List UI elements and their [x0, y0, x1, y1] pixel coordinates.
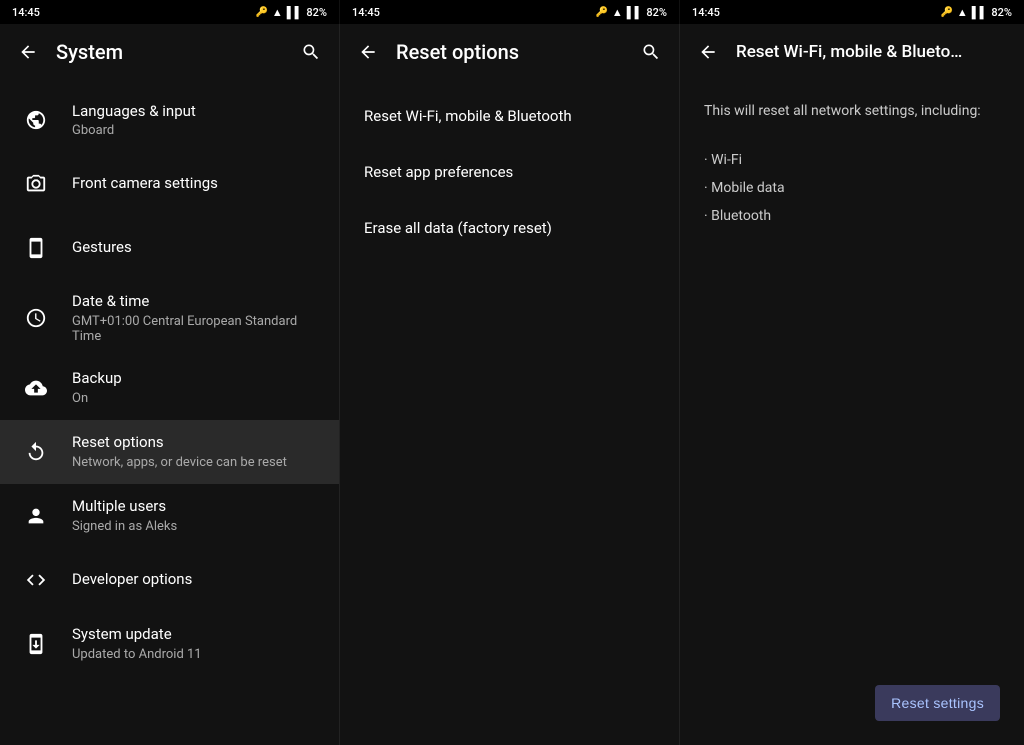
languages-label: Languages & input — [72, 102, 323, 122]
panel2-content: Reset Wi-Fi, mobile & Bluetooth Reset ap… — [340, 80, 679, 745]
globe-icon — [16, 100, 56, 140]
battery-panel3: 82% — [991, 6, 1012, 19]
battery-panel2: 82% — [646, 6, 667, 19]
backup-text: Backup On — [72, 369, 323, 406]
erase-data-label: Erase all data (factory reset) — [364, 219, 552, 237]
list-item-mobile: · Mobile data — [704, 174, 1000, 202]
panel1-header: System — [0, 24, 339, 80]
multiple-users-label: Multiple users — [72, 497, 323, 517]
status-bar-panel1: 14:45 🔑 ▲ ▌▌ 82% — [0, 0, 340, 24]
status-bar-panel2: 14:45 🔑 ▲ ▌▌ 82% — [340, 0, 680, 24]
reset-wifi-label: Reset Wi-Fi, mobile & Bluetooth — [364, 107, 572, 125]
multiple-users-text: Multiple users Signed in as Aleks — [72, 497, 323, 534]
panel1-content: Languages & input Gboard Front camera se… — [0, 80, 339, 745]
system-update-label: System update — [72, 625, 323, 645]
gestures-icon — [16, 228, 56, 268]
battery-panel1: 82% — [306, 6, 327, 19]
panels: System Languages & input Gboard — [0, 24, 1024, 745]
key-icon: 🔑 — [255, 7, 267, 18]
backup-label: Backup — [72, 369, 323, 389]
reset-options-label: Reset options — [72, 433, 323, 453]
panel-reset-wifi-detail: Reset Wi-Fi, mobile & Blueto… This will … — [680, 24, 1024, 745]
gestures-label: Gestures — [72, 238, 323, 258]
front-camera-text: Front camera settings — [72, 174, 323, 194]
developer-options-text: Developer options — [72, 570, 323, 590]
panel3-description: This will reset all network settings, in… — [704, 100, 1000, 122]
gestures-text: Gestures — [72, 238, 323, 258]
panel3-header: Reset Wi-Fi, mobile & Blueto… — [680, 24, 1024, 80]
reset-settings-button[interactable]: Reset settings — [875, 685, 1000, 721]
erase-data-item[interactable]: Erase all data (factory reset) — [340, 200, 679, 256]
panel3-list: · Wi-Fi · Mobile data · Bluetooth — [704, 146, 1000, 230]
date-time-label: Date & time — [72, 292, 323, 312]
sidebar-item-system-update[interactable]: System update Updated to Android 11 — [0, 612, 339, 676]
panel2-title: Reset options — [388, 40, 631, 64]
system-update-sublabel: Updated to Android 11 — [72, 647, 323, 662]
code-icon — [16, 560, 56, 600]
sidebar-item-multiple-users[interactable]: Multiple users Signed in as Aleks — [0, 484, 339, 548]
wifi-icon: ▲ — [272, 6, 283, 19]
search-button-panel2[interactable] — [631, 32, 671, 72]
panel-system: System Languages & input Gboard — [0, 24, 340, 745]
panel3-content: This will reset all network settings, in… — [680, 80, 1024, 250]
panel-reset-options: Reset options Reset Wi-Fi, mobile & Blue… — [340, 24, 680, 745]
system-update-text: System update Updated to Android 11 — [72, 625, 323, 662]
languages-text: Languages & input Gboard — [72, 102, 323, 139]
signal-icon: ▌▌ — [287, 6, 303, 19]
wifi-icon3: ▲ — [957, 6, 968, 19]
time-panel1: 14:45 — [12, 6, 40, 19]
reset-options-sublabel: Network, apps, or device can be reset — [72, 455, 323, 470]
backup-icon — [16, 368, 56, 408]
sidebar-item-gestures[interactable]: Gestures — [0, 216, 339, 280]
list-item-bluetooth: · Bluetooth — [704, 202, 1000, 230]
signal-icon2: ▌▌ — [627, 6, 643, 19]
reset-icon — [16, 432, 56, 472]
sidebar-item-backup[interactable]: Backup On — [0, 356, 339, 420]
reset-app-item[interactable]: Reset app preferences — [340, 144, 679, 200]
wifi-icon2: ▲ — [612, 6, 623, 19]
sidebar-item-developer-options[interactable]: Developer options — [0, 548, 339, 612]
system-update-icon — [16, 624, 56, 664]
clock-icon — [16, 298, 56, 338]
reset-options-text: Reset options Network, apps, or device c… — [72, 433, 323, 470]
date-time-sublabel: GMT+01:00 Central European Standard Time — [72, 314, 323, 344]
list-item-wifi: · Wi-Fi — [704, 146, 1000, 174]
back-button-panel2[interactable] — [348, 32, 388, 72]
time-panel2: 14:45 — [352, 6, 380, 19]
languages-sublabel: Gboard — [72, 123, 323, 138]
sidebar-item-front-camera[interactable]: Front camera settings — [0, 152, 339, 216]
panel1-title: System — [48, 40, 291, 64]
date-time-text: Date & time GMT+01:00 Central European S… — [72, 292, 323, 344]
key-icon3: 🔑 — [940, 7, 952, 18]
status-bars: 14:45 🔑 ▲ ▌▌ 82% 14:45 🔑 ▲ ▌▌ 82% 14:45 … — [0, 0, 1024, 24]
sidebar-item-languages[interactable]: Languages & input Gboard — [0, 88, 339, 152]
search-button-panel1[interactable] — [291, 32, 331, 72]
sidebar-item-reset-options[interactable]: Reset options Network, apps, or device c… — [0, 420, 339, 484]
reset-wifi-item[interactable]: Reset Wi-Fi, mobile & Bluetooth — [340, 88, 679, 144]
signal-icon3: ▌▌ — [972, 6, 988, 19]
status-bar-panel3: 14:45 🔑 ▲ ▌▌ 82% — [680, 0, 1024, 24]
key-icon2: 🔑 — [595, 7, 607, 18]
back-button-panel3[interactable] — [688, 32, 728, 72]
back-button-panel1[interactable] — [8, 32, 48, 72]
status-right-panel2: 🔑 ▲ ▌▌ 82% — [595, 6, 667, 19]
front-camera-label: Front camera settings — [72, 174, 323, 194]
sidebar-item-date-time[interactable]: Date & time GMT+01:00 Central European S… — [0, 280, 339, 356]
panel3-title: Reset Wi-Fi, mobile & Blueto… — [728, 42, 1016, 62]
reset-app-label: Reset app preferences — [364, 163, 513, 181]
time-panel3: 14:45 — [692, 6, 720, 19]
camera-icon — [16, 164, 56, 204]
status-right-panel1: 🔑 ▲ ▌▌ 82% — [255, 6, 327, 19]
panel2-header: Reset options — [340, 24, 679, 80]
person-icon — [16, 496, 56, 536]
developer-options-label: Developer options — [72, 570, 323, 590]
status-right-panel3: 🔑 ▲ ▌▌ 82% — [940, 6, 1012, 19]
backup-sublabel: On — [72, 391, 323, 406]
multiple-users-sublabel: Signed in as Aleks — [72, 519, 323, 534]
